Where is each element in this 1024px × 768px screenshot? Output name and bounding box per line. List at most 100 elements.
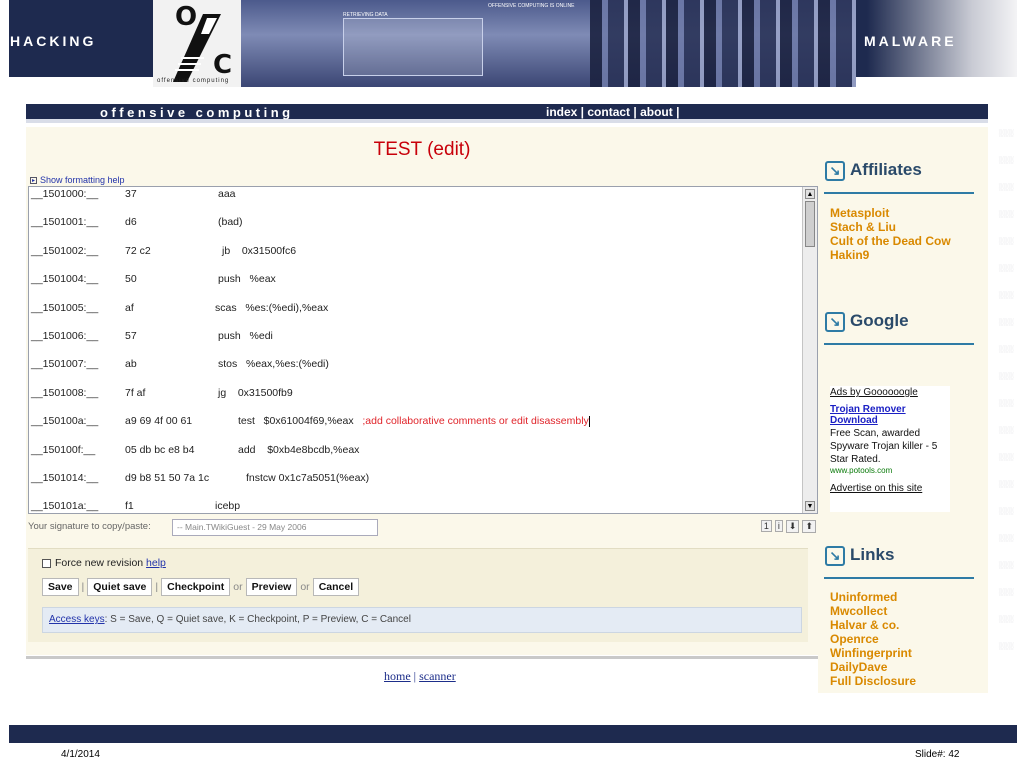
code-address: __1501007:__ xyxy=(31,358,99,371)
arrow-down-right-icon: ↘ xyxy=(825,545,845,566)
footer-link-scanner[interactable]: scanner xyxy=(419,669,456,683)
site-nav-bar: offensive computing index | contact | ab… xyxy=(26,104,988,123)
checkpoint-button[interactable]: Checkpoint xyxy=(161,578,231,596)
bottom-band xyxy=(9,725,1017,743)
sidebar-link[interactable]: Halvar & co. xyxy=(830,618,916,632)
code-address: __150100a:__ xyxy=(31,415,99,428)
code-bytes: 72 c2 xyxy=(125,244,151,257)
sidebar-link[interactable]: Openrce xyxy=(830,632,916,646)
force-revision-label: Force new revision xyxy=(55,557,144,569)
code-address: __1501014:__ xyxy=(31,472,99,484)
format-help-toggle[interactable]: ▸ Show formatting help xyxy=(30,175,125,185)
code-instruction: fnstcw 0x1c7a5051(%eax) xyxy=(246,472,370,484)
arrow-down-right-icon: ↘ xyxy=(825,311,845,332)
code-bytes: 57 xyxy=(125,330,137,342)
affiliate-link[interactable]: Metasploit xyxy=(830,206,951,220)
code-bytes: f1 xyxy=(125,500,134,513)
slide-date: 4/1/2014 xyxy=(61,749,100,760)
code-instruction: jg 0x31500fb9 xyxy=(218,386,293,399)
affiliate-link[interactable]: Hakin9 xyxy=(830,248,951,262)
signature-field[interactable]: -- Main.TWikiGuest - 29 May 2006 xyxy=(172,519,378,536)
button-row: Save | Quiet save | Checkpoint or Preview or Can… xyxy=(42,578,360,596)
force-revision-row: Force new revision help xyxy=(42,557,166,569)
info-icon[interactable]: i xyxy=(774,520,783,532)
code-address: __150101a:__ xyxy=(31,500,99,513)
code-instruction: stos %eax,%es:(%edi) xyxy=(218,358,329,371)
main-content: TEST (edit) ▸ Show formatting help __1501… xyxy=(26,127,818,655)
ads-by-link[interactable]: Ads by Goooooogle xyxy=(830,386,950,399)
scrollbar-thumb[interactable] xyxy=(805,201,815,247)
signature-label: Your signature to copy/paste: xyxy=(28,521,151,532)
background-text: ░░░ ░░░ ░░░ ░░░ ░░░ ░░░ ░░░ ░░░ ░░░ ░░░ ░░░ ░░░ ░░░ ░… xyxy=(998,130,1014,650)
links-list: Uninformed Mwcollect Halvar & co. Openrc… xyxy=(830,590,916,688)
code-bytes: d6 xyxy=(125,216,137,229)
slide-number: Slide#: 42 xyxy=(915,749,960,760)
page-title: TEST (edit) xyxy=(373,139,471,160)
quiet-save-button[interactable]: Quiet save xyxy=(87,578,153,596)
code-instruction: push %eax xyxy=(218,273,276,286)
sidebar-link[interactable]: Winfingerprint xyxy=(830,646,916,660)
footer-divider xyxy=(26,656,818,659)
google-ad-box: Ads by Goooooogle Trojan Remover Downloa… xyxy=(830,386,950,512)
signature-row: Your signature to copy/paste: -- Main.TW… xyxy=(28,519,816,537)
status-caption: OFFENSIVE COMPUTING IS ONLINE xyxy=(488,3,575,9)
code-comment: ;add collaborative comments or edit disa… xyxy=(362,415,589,428)
code-instruction: scas %es:(%edi),%eax xyxy=(215,301,329,314)
sidebar-link[interactable]: Full Disclosure xyxy=(830,674,916,688)
arrow-down-icon[interactable]: ▼ xyxy=(805,501,815,511)
code-bytes: a9 69 4f 00 61 xyxy=(125,415,193,428)
ad-url[interactable]: www.potools.com xyxy=(830,466,950,475)
code-address: __1501008:__ xyxy=(31,386,99,399)
affiliate-link[interactable]: Cult of the Dead Cow xyxy=(830,234,951,248)
right-sidebar: ↘ Affiliates Metasploit Stach & Liu Cult … xyxy=(818,127,988,693)
nav-link-contact[interactable]: contact xyxy=(587,105,630,119)
footer-link-home[interactable]: home xyxy=(384,669,411,683)
code-bytes: 50 xyxy=(125,273,137,286)
code-instruction: add $0xb4e8bcdb,%eax xyxy=(238,443,360,456)
edit-textarea[interactable]: __1501000:__ 37 aaa __1501001:__ d6 (bad) __15… xyxy=(28,186,818,514)
code-instruction: test $0x61004f69,%eax ;add collaborative… xyxy=(238,415,590,428)
preview-button[interactable]: Preview xyxy=(245,578,298,596)
footer-links: home | scanner xyxy=(384,669,456,683)
editor-scrollbar[interactable]: ▲ ▼ xyxy=(802,187,817,513)
code-address: __1501001:__ xyxy=(31,216,99,229)
code-instruction: push %edi xyxy=(218,330,273,342)
arrow-up-icon[interactable]: ▲ xyxy=(805,189,815,199)
sidebar-link[interactable]: DailyDave xyxy=(830,660,916,674)
hacking-label: HACKING xyxy=(10,33,97,49)
nav-links: index | contact | about | xyxy=(546,105,680,119)
ad-body: Free Scan, awarded Spyware Trojan killer… xyxy=(830,428,938,465)
editor-lines: __1501000:__ 37 aaa __1501001:__ d6 (bad) __15… xyxy=(29,187,804,513)
site-title: offensive computing xyxy=(100,105,294,120)
advertise-link[interactable]: Advertise on this site xyxy=(830,483,950,494)
code-instruction: (bad) xyxy=(218,216,243,229)
city-graphic xyxy=(590,0,856,87)
cancel-button[interactable]: Cancel xyxy=(312,578,360,596)
text-caret xyxy=(588,415,590,427)
help-link[interactable]: help xyxy=(146,557,166,569)
edit-actions-box: Force new revision help Save | Quiet save |… xyxy=(28,548,808,642)
screen-graphic xyxy=(343,18,483,76)
code-bytes: 05 db bc e8 b4 xyxy=(125,443,195,456)
code-bytes: ab xyxy=(125,358,137,371)
nav-link-index[interactable]: index xyxy=(546,105,577,119)
links-heading: ↘ Links xyxy=(825,545,894,569)
ad-title-link[interactable]: Trojan Remover Download xyxy=(830,404,950,426)
sidebar-link[interactable]: Mwcollect xyxy=(830,604,916,618)
save-button[interactable]: Save xyxy=(42,578,79,596)
code-address: __1501006:__ xyxy=(31,330,99,342)
access-keys-link[interactable]: Access keys xyxy=(49,614,105,625)
code-instruction: aaa xyxy=(218,188,236,200)
access-keys-bar: Access keys: S = Save, Q = Quiet save, K… xyxy=(42,607,802,633)
sidebar-link[interactable]: Uninformed xyxy=(830,590,916,604)
enlarge-icon[interactable]: ⬇ xyxy=(785,520,800,533)
line-number-icon[interactable]: 1 xyxy=(760,520,772,532)
code-address: __1501004:__ xyxy=(31,273,99,286)
editor-toolbar: 1 i ⬇ ⬆ xyxy=(758,520,816,533)
code-address: __1501000:__ xyxy=(31,188,99,200)
affiliate-link[interactable]: Stach & Liu xyxy=(830,220,951,234)
shrink-icon[interactable]: ⬆ xyxy=(802,520,816,533)
force-revision-checkbox[interactable] xyxy=(42,558,51,568)
slide: HACKING MALWARE O C offensive computing … xyxy=(0,0,1024,768)
nav-link-about[interactable]: about xyxy=(640,105,673,119)
